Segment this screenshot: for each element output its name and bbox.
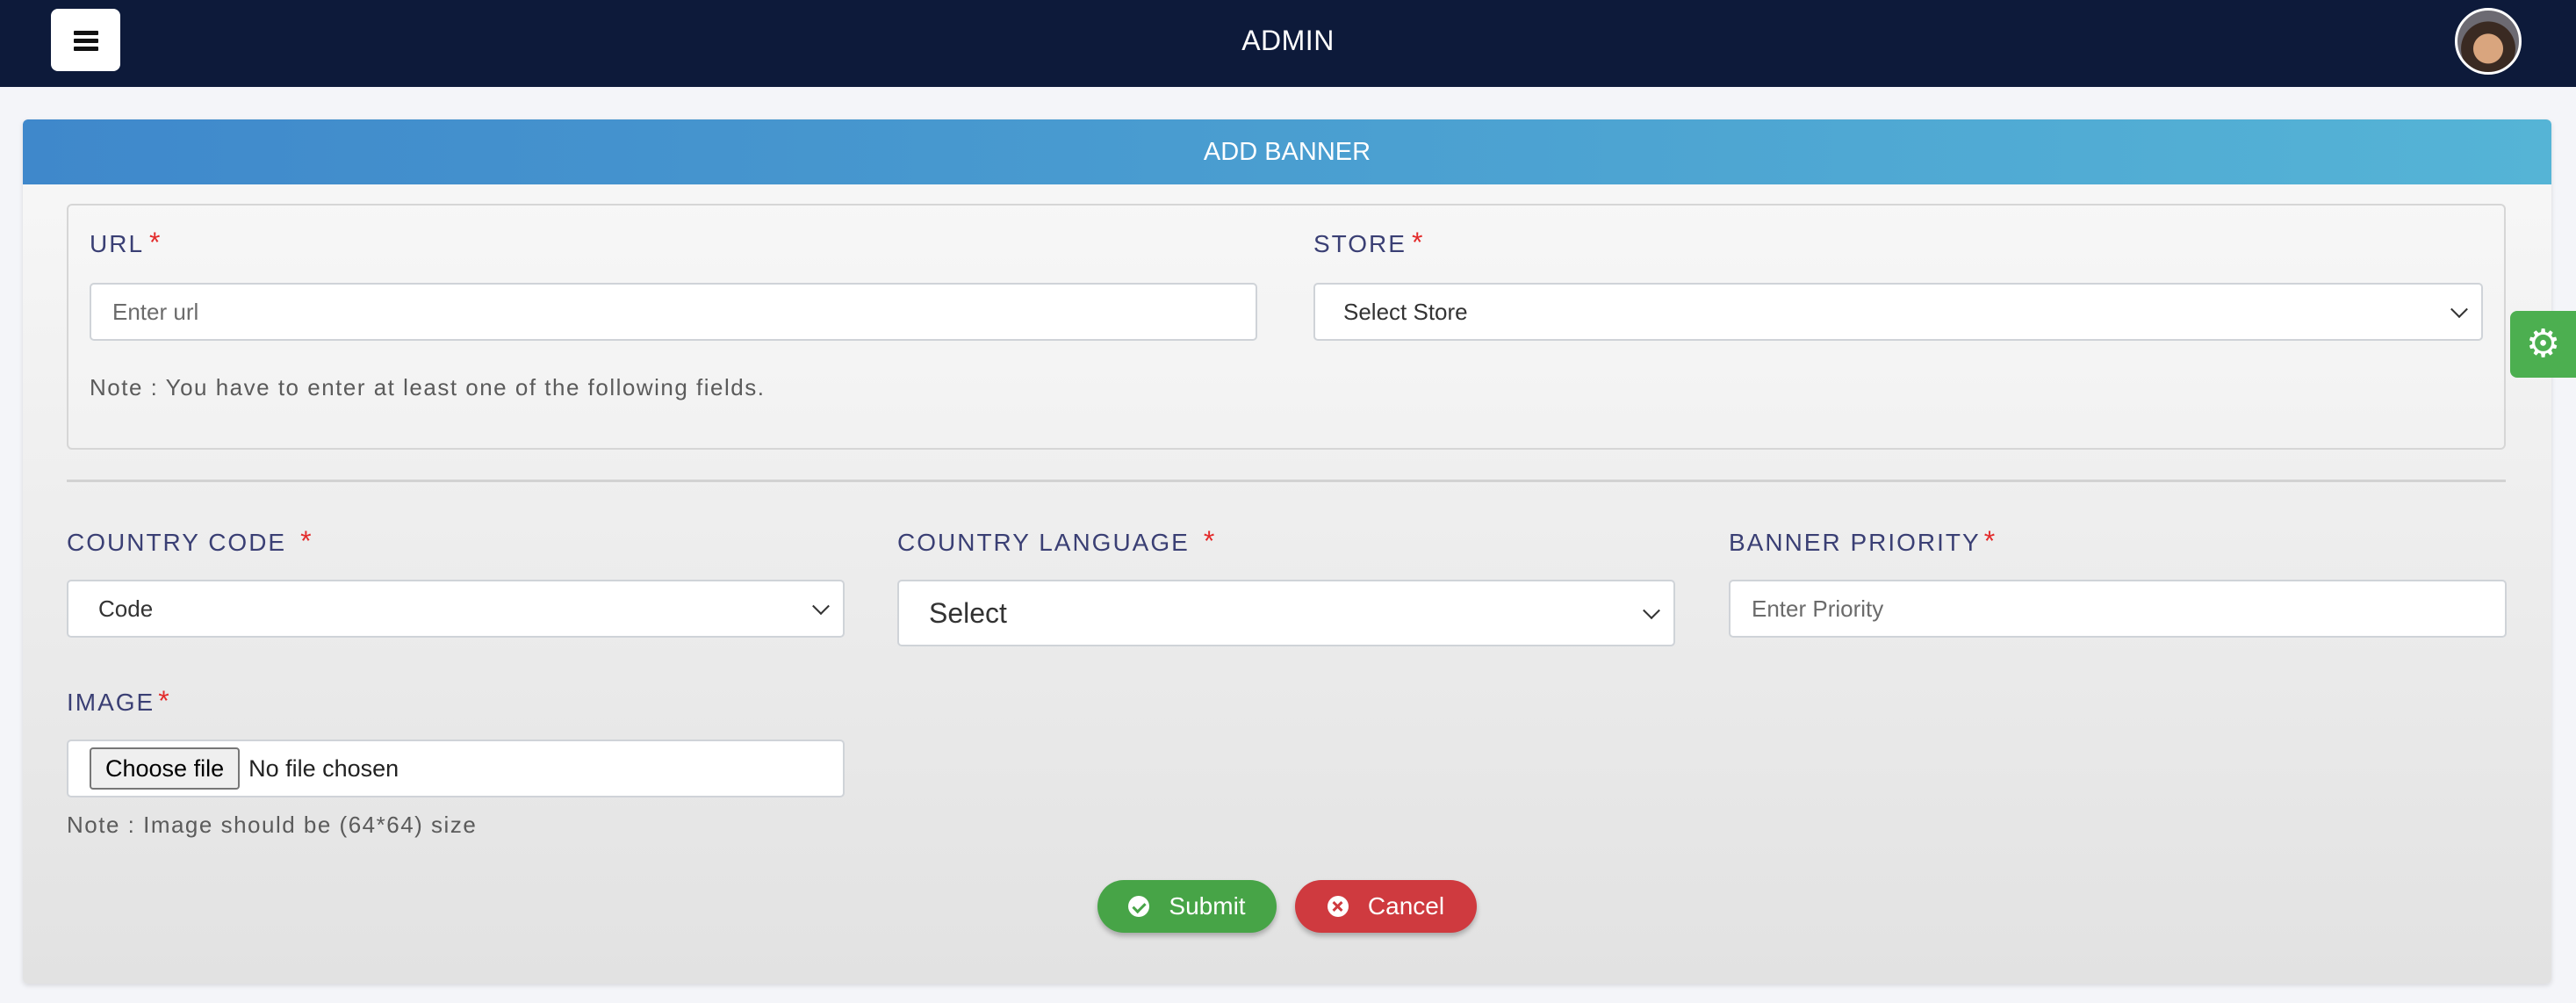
user-avatar[interactable] (2455, 8, 2522, 75)
url-label-text: URL (90, 230, 145, 257)
top-navbar: ADMIN (0, 0, 2576, 87)
file-status-text: No file chosen (248, 754, 399, 782)
chevron-down-icon (2450, 300, 2468, 319)
store-select[interactable]: Select Store (1313, 283, 2483, 341)
country-code-required-mark: * (300, 525, 313, 557)
image-file-input: Choose file No file chosen (67, 740, 845, 797)
image-label: IMAGE * (67, 685, 171, 718)
section-divider (67, 480, 2506, 482)
store-label: STORE * (1313, 227, 1424, 259)
country-language-label-text: COUNTRY LANGUAGE (897, 529, 1190, 556)
country-code-label: COUNTRY CODE * (67, 525, 313, 558)
url-input[interactable] (90, 283, 1257, 341)
url-label: URL * (90, 227, 162, 259)
country-code-label-text: COUNTRY CODE (67, 529, 287, 556)
submit-button[interactable]: Submit (1097, 880, 1277, 933)
chevron-down-icon (812, 597, 830, 616)
card-title: ADD BANNER (23, 119, 2551, 184)
banner-priority-input[interactable] (1729, 580, 2507, 638)
app-title: ADMIN (1241, 25, 1335, 56)
gear-icon: ⚙ (2525, 322, 2561, 365)
image-label-text: IMAGE (67, 689, 155, 716)
country-language-label: COUNTRY LANGUAGE * (897, 525, 1216, 558)
country-language-select-value: Select (929, 596, 1007, 629)
times-circle-icon (1327, 896, 1349, 917)
country-language-required-mark: * (1203, 525, 1217, 557)
submit-button-label: Submit (1169, 892, 1246, 920)
add-banner-card: ADD BANNER URL* STORE* Select Store Note… (23, 119, 2551, 984)
store-label-text: STORE (1313, 230, 1407, 257)
cancel-button-label: Cancel (1367, 892, 1445, 920)
image-size-note: Note : Image should be (64*64) size (67, 812, 478, 838)
choose-file-button[interactable]: Choose file (90, 747, 241, 790)
banner-priority-label: BANNER PRIORITY * (1729, 525, 1997, 558)
country-code-select-value: Code (98, 595, 154, 622)
cancel-button[interactable]: Cancel (1295, 880, 1477, 933)
check-circle-icon (1128, 896, 1150, 917)
country-code-select[interactable]: Code (67, 580, 845, 638)
banner-priority-label-text: BANNER PRIORITY (1729, 529, 1981, 556)
country-language-select[interactable]: Select (897, 580, 1675, 646)
store-select-value: Select Store (1343, 298, 1468, 325)
chevron-down-icon (1643, 602, 1660, 620)
banner-priority-required-mark: * (1983, 525, 1997, 557)
image-required-mark: * (158, 685, 171, 717)
settings-tab[interactable]: ⚙ (2510, 311, 2576, 378)
fields-note: Note : You have to enter at least one of… (90, 374, 766, 400)
store-required-mark: * (1411, 227, 1425, 258)
url-required-mark: * (149, 227, 162, 258)
